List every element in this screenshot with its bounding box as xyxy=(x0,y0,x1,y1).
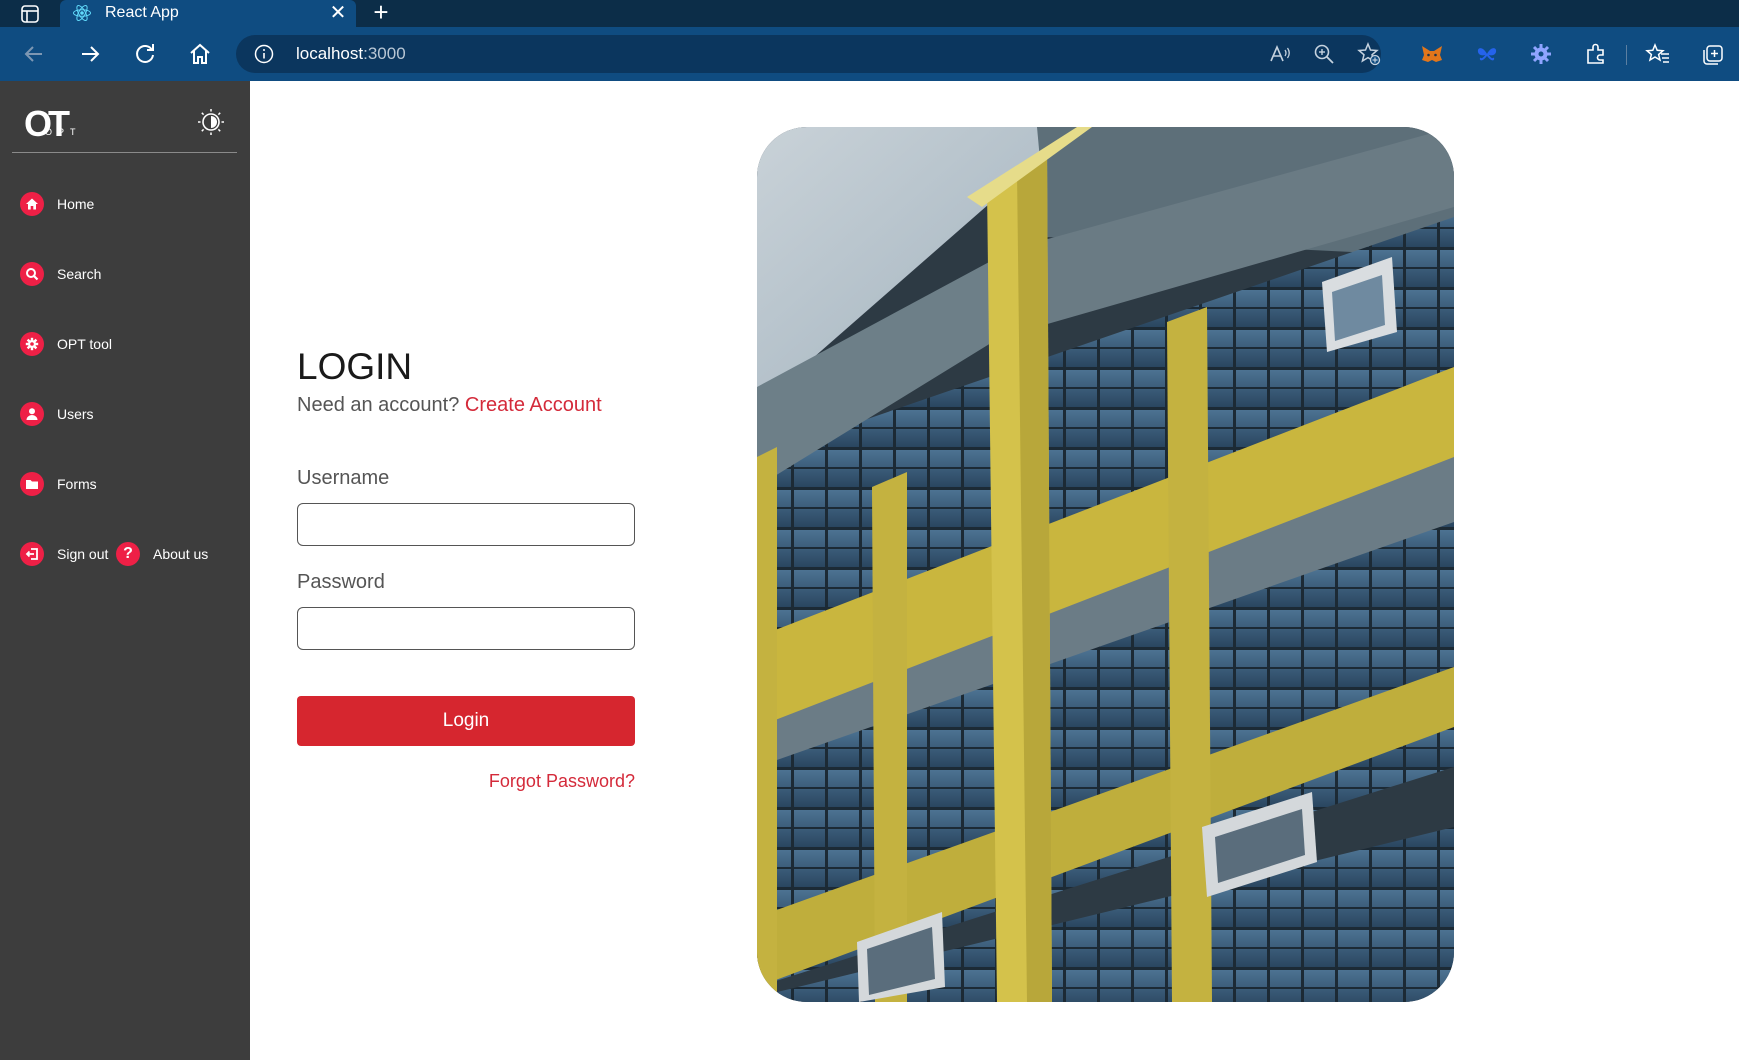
sidebar-item-forms[interactable]: Forms xyxy=(20,471,97,497)
account-prompt: Need an account? Create Account xyxy=(297,394,602,417)
page-title: LOGIN xyxy=(297,346,413,387)
sidebar-item-label: Search xyxy=(57,266,102,282)
gear-icon xyxy=(20,332,44,356)
sidebar-item-label: Home xyxy=(57,196,95,212)
settings-extension-icon[interactable] xyxy=(1527,40,1555,68)
browser-tab[interactable]: React App ✕ xyxy=(60,0,356,27)
add-favorite-icon[interactable] xyxy=(1355,40,1383,68)
metamask-extension-icon[interactable] xyxy=(1418,40,1446,68)
zoom-icon[interactable] xyxy=(1310,40,1338,68)
sidebar-item-home[interactable]: Home xyxy=(20,191,94,217)
forgot-password-link[interactable]: Forgot Password? xyxy=(297,771,635,792)
tab-actions-icon[interactable] xyxy=(19,3,41,25)
theme-toggle-icon[interactable] xyxy=(196,107,226,137)
back-icon[interactable] xyxy=(18,38,50,70)
collections-icon[interactable] xyxy=(1699,40,1727,68)
sign-out-icon xyxy=(20,542,44,566)
sidebar-item-opt-tool[interactable]: OPT tool xyxy=(20,331,112,357)
sidebar-item-label: Sign out xyxy=(57,546,109,562)
login-button[interactable]: Login xyxy=(297,696,635,746)
username-label: Username xyxy=(297,467,390,489)
search-icon xyxy=(20,262,44,286)
toolbar-separator xyxy=(1626,45,1627,65)
building-image xyxy=(757,127,1454,1002)
browser-toolbar: localhost:3000 xyxy=(0,27,1739,81)
username-field[interactable] xyxy=(297,503,635,546)
forward-icon[interactable] xyxy=(74,38,106,70)
home-icon xyxy=(20,192,44,216)
sidebar: OT OPT Home Search OPT tool Users Forms … xyxy=(0,81,250,1060)
tab-title: React App xyxy=(105,4,179,21)
favorites-icon[interactable] xyxy=(1644,40,1672,68)
sidebar-item-users[interactable]: Users xyxy=(20,401,94,427)
extension-butterfly-icon[interactable] xyxy=(1473,40,1501,68)
address-bar[interactable]: localhost:3000 xyxy=(236,35,1381,73)
refresh-icon[interactable] xyxy=(129,38,161,70)
sidebar-divider xyxy=(12,152,237,153)
help-icon: ? xyxy=(116,542,140,566)
url-port: :3000 xyxy=(363,44,406,63)
logo-mark: OT xyxy=(24,103,70,144)
url-text[interactable]: localhost:3000 xyxy=(296,44,406,64)
sidebar-item-about-us[interactable]: ? About us xyxy=(116,541,208,567)
logo-subtitle: OPT xyxy=(45,127,82,137)
create-account-link[interactable]: Create Account xyxy=(465,394,602,416)
sidebar-item-search[interactable]: Search xyxy=(20,261,101,287)
sidebar-item-label: Users xyxy=(57,406,94,422)
account-prompt-text: Need an account? xyxy=(297,394,460,416)
password-field[interactable] xyxy=(297,607,635,650)
browser-tab-bar: React App ✕ + xyxy=(0,0,1739,27)
read-aloud-icon[interactable] xyxy=(1266,40,1294,68)
new-tab-button[interactable]: + xyxy=(368,0,394,27)
url-host: localhost xyxy=(296,44,364,63)
close-tab-icon[interactable]: ✕ xyxy=(326,0,350,27)
home-browser-icon[interactable] xyxy=(184,38,216,70)
sidebar-item-label: OPT tool xyxy=(57,336,112,352)
sidebar-item-sign-out[interactable]: Sign out xyxy=(20,541,108,567)
site-info-icon[interactable] xyxy=(254,44,274,64)
sidebar-item-label: About us xyxy=(153,546,209,562)
password-label: Password xyxy=(297,571,385,593)
folder-icon xyxy=(20,472,44,496)
react-favicon-icon xyxy=(73,4,91,22)
user-icon xyxy=(20,402,44,426)
extensions-puzzle-icon[interactable] xyxy=(1582,40,1610,68)
sidebar-item-label: Forms xyxy=(57,476,97,492)
